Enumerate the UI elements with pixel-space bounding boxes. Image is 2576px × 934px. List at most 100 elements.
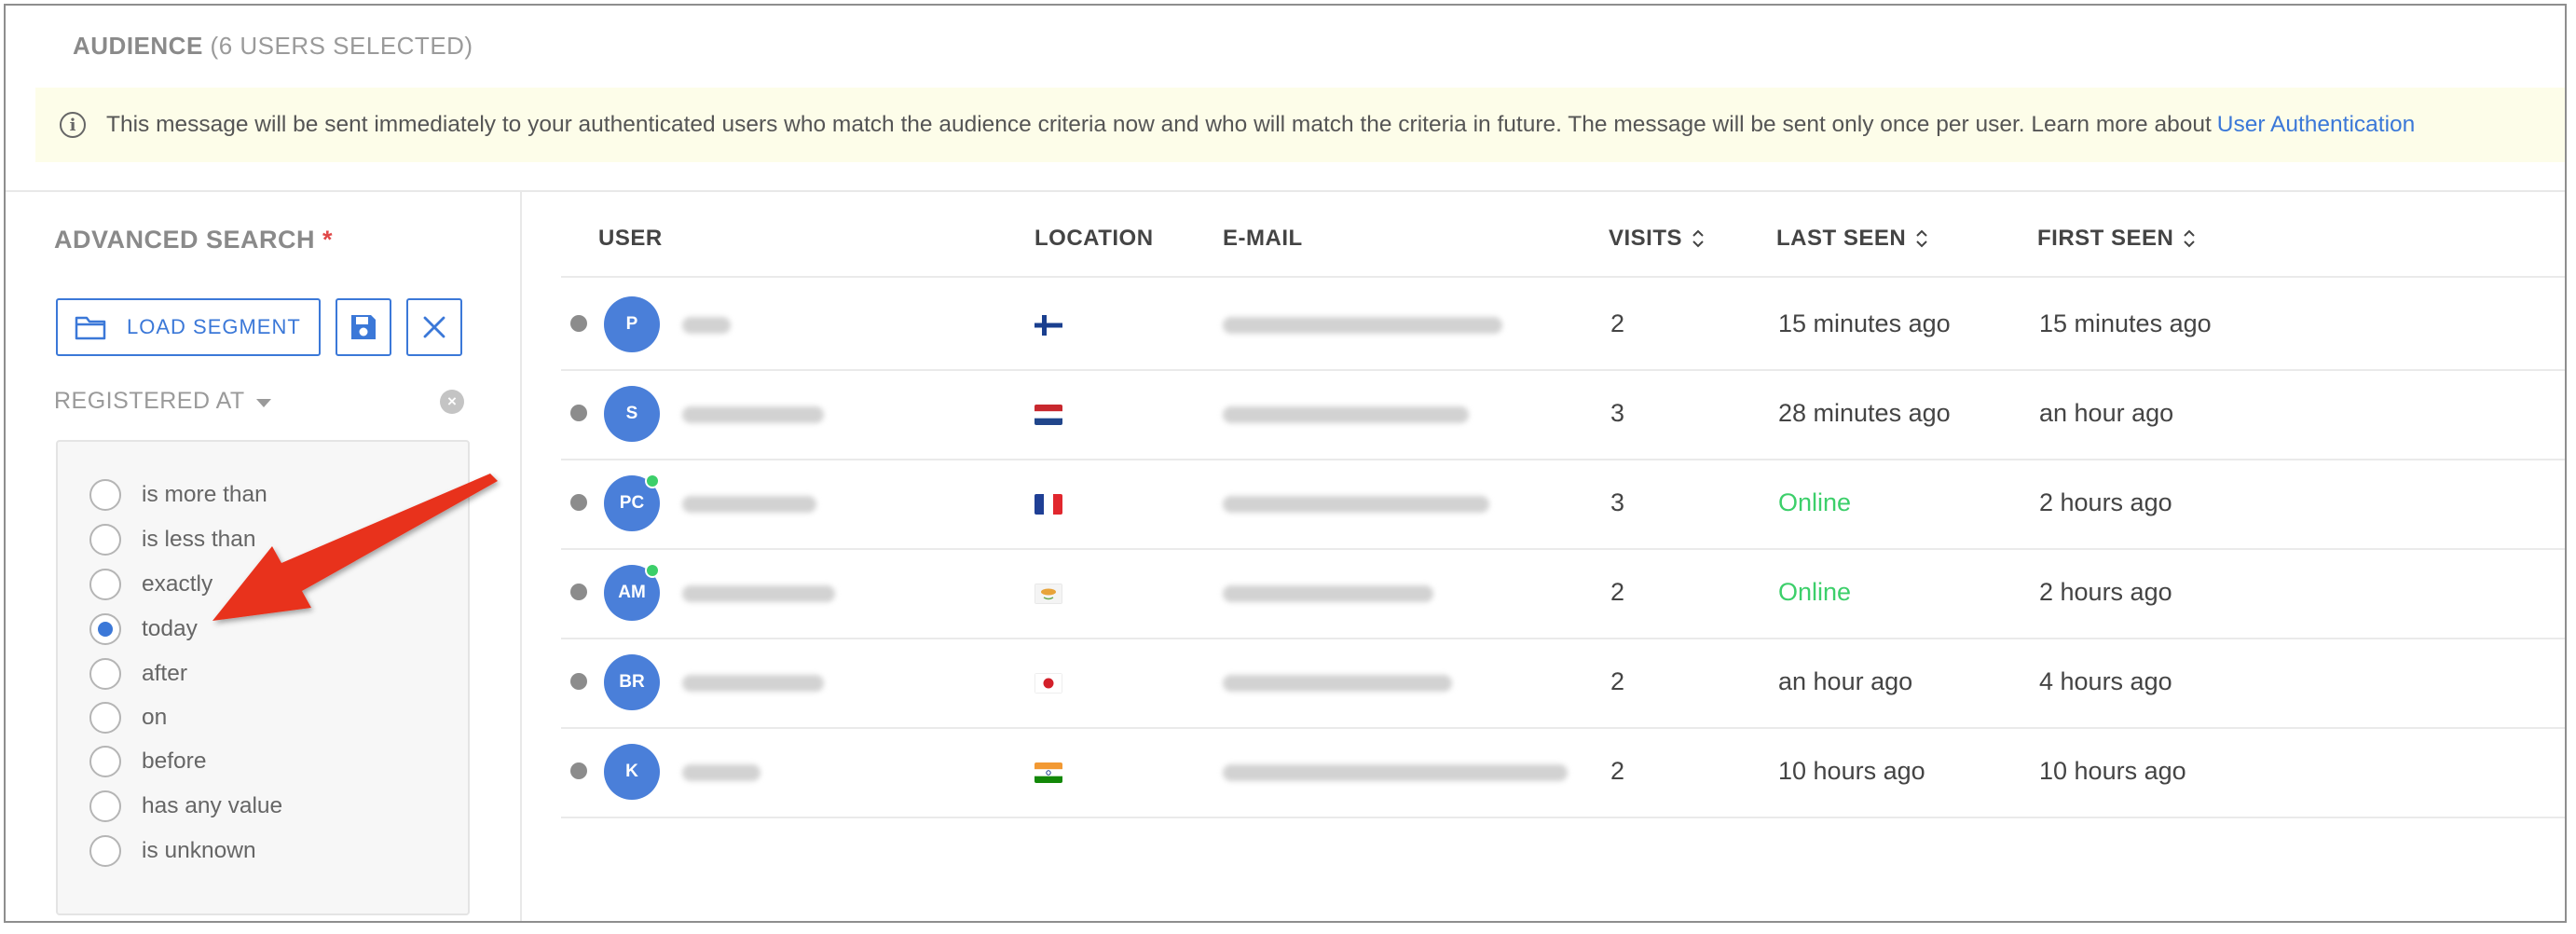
- audience-panel: AUDIENCE (6 USERS SELECTED) i This messa…: [4, 4, 2567, 923]
- info-notice: i This message will be sent immediately …: [35, 88, 2565, 162]
- divider: [561, 276, 2565, 278]
- divider: [561, 817, 2565, 818]
- option-exactly[interactable]: exactly: [89, 569, 212, 600]
- info-icon: i: [60, 112, 86, 138]
- annotation-arrow: [212, 474, 498, 621]
- divider: [520, 190, 522, 921]
- notice-text: This message will be sent immediately to…: [106, 112, 2212, 137]
- avatar: K: [604, 744, 660, 800]
- radio-button[interactable]: [89, 479, 121, 511]
- folder-icon: [75, 316, 106, 340]
- column-user: USER: [598, 226, 663, 251]
- table-row[interactable]: P 2 15 minutes ago 15 minutes ago: [561, 280, 2565, 369]
- option-on[interactable]: on: [89, 702, 167, 734]
- avatar: BR: [604, 654, 660, 710]
- advanced-search-title: ADVANCED SEARCH *: [54, 226, 334, 254]
- table-row[interactable]: AM 2 Online 2 hours ago: [561, 548, 2565, 638]
- radio-button[interactable]: [89, 702, 121, 734]
- first-seen-value: 4 hours ago: [2039, 667, 2172, 695]
- user-name-redacted: [682, 317, 731, 334]
- first-seen-value: 2 hours ago: [2039, 578, 2172, 606]
- option-has-any-value[interactable]: has any value: [89, 790, 282, 822]
- radio-button[interactable]: [89, 524, 121, 556]
- clear-search-button[interactable]: [406, 298, 462, 356]
- remove-filter-icon[interactable]: ×: [440, 390, 464, 414]
- load-segment-label: LOAD SEGMENT: [127, 315, 301, 338]
- required-mark: *: [322, 226, 334, 254]
- audience-header: AUDIENCE (6 USERS SELECTED): [73, 32, 473, 61]
- status-dot: [570, 673, 587, 690]
- divider: [6, 190, 2565, 192]
- column-last-seen[interactable]: LAST SEEN: [1776, 226, 1928, 252]
- flag-cyprus-icon: [1035, 584, 1062, 604]
- load-segment-button[interactable]: LOAD SEGMENT: [56, 298, 321, 356]
- floppy-disk-icon: [351, 315, 376, 339]
- save-segment-button[interactable]: [336, 298, 391, 356]
- online-indicator: [645, 563, 660, 578]
- first-seen-value: an hour ago: [2039, 399, 2174, 427]
- visits-value: 2: [1610, 757, 1625, 785]
- column-location: LOCATION: [1035, 226, 1154, 251]
- audience-count: (6 USERS SELECTED): [210, 32, 473, 60]
- last-seen-value: Online: [1778, 578, 1852, 606]
- user-authentication-link[interactable]: User Authentication: [2217, 112, 2415, 138]
- visits-value: 2: [1610, 667, 1625, 695]
- last-seen-value: 15 minutes ago: [1778, 309, 1951, 337]
- last-seen-value: 10 hours ago: [1778, 757, 1925, 785]
- visits-value: 2: [1610, 309, 1625, 337]
- status-dot: [570, 494, 587, 511]
- user-name-redacted: [682, 764, 760, 781]
- close-icon: [423, 316, 445, 338]
- first-seen-value: 15 minutes ago: [2039, 309, 2212, 337]
- email-redacted: [1223, 496, 1489, 513]
- audience-title: AUDIENCE: [73, 32, 203, 60]
- option-is-unknown[interactable]: is unknown: [89, 835, 256, 867]
- table-row[interactable]: K 2 10 hours ago 10 hours ago: [561, 727, 2565, 817]
- visits-value: 3: [1610, 399, 1625, 427]
- radio-button[interactable]: [89, 746, 121, 777]
- column-first-seen[interactable]: FIRST SEEN: [2037, 226, 2196, 252]
- radio-button-selected[interactable]: [89, 613, 121, 645]
- status-dot: [570, 762, 587, 779]
- table-row[interactable]: S 3 28 minutes ago an hour ago: [561, 369, 2565, 459]
- email-redacted: [1223, 317, 1502, 334]
- sort-icon: [1692, 229, 1704, 248]
- email-redacted: [1223, 406, 1469, 423]
- email-redacted: [1223, 764, 1568, 781]
- column-visits[interactable]: VISITS: [1609, 226, 1705, 252]
- column-email: E-MAIL: [1223, 226, 1303, 251]
- last-seen-value: 28 minutes ago: [1778, 399, 1951, 427]
- table-row[interactable]: PC 3 Online 2 hours ago: [561, 459, 2565, 548]
- user-name-redacted: [682, 406, 824, 423]
- flag-netherlands-icon: [1035, 405, 1062, 425]
- last-seen-value: Online: [1778, 488, 1852, 516]
- avatar: S: [604, 386, 660, 442]
- flag-finland-icon: [1035, 315, 1062, 336]
- sort-icon: [1916, 229, 1927, 248]
- radio-button[interactable]: [89, 790, 121, 822]
- status-dot: [570, 405, 587, 421]
- online-indicator: [645, 474, 660, 488]
- radio-button[interactable]: [89, 569, 121, 600]
- status-dot: [570, 315, 587, 332]
- visits-value: 2: [1610, 578, 1625, 606]
- flag-france-icon: [1035, 494, 1062, 515]
- option-before[interactable]: before: [89, 746, 206, 777]
- avatar: P: [604, 296, 660, 352]
- status-dot: [570, 584, 587, 600]
- sort-icon: [2184, 229, 2196, 248]
- option-today[interactable]: today: [89, 613, 198, 645]
- email-redacted: [1223, 675, 1452, 692]
- first-seen-value: 2 hours ago: [2039, 488, 2172, 516]
- caret-down-icon: [255, 399, 271, 407]
- flag-india-icon: [1035, 762, 1062, 783]
- email-redacted: [1223, 585, 1433, 602]
- table-row[interactable]: BR 2 an hour ago 4 hours ago: [561, 638, 2565, 727]
- user-name-redacted: [682, 675, 824, 692]
- user-name-redacted: [682, 585, 835, 602]
- radio-button[interactable]: [89, 835, 121, 867]
- visits-value: 3: [1610, 488, 1625, 516]
- radio-button[interactable]: [89, 658, 121, 690]
- option-after[interactable]: after: [89, 658, 187, 690]
- registered-at-filter[interactable]: REGISTERED AT: [54, 388, 271, 415]
